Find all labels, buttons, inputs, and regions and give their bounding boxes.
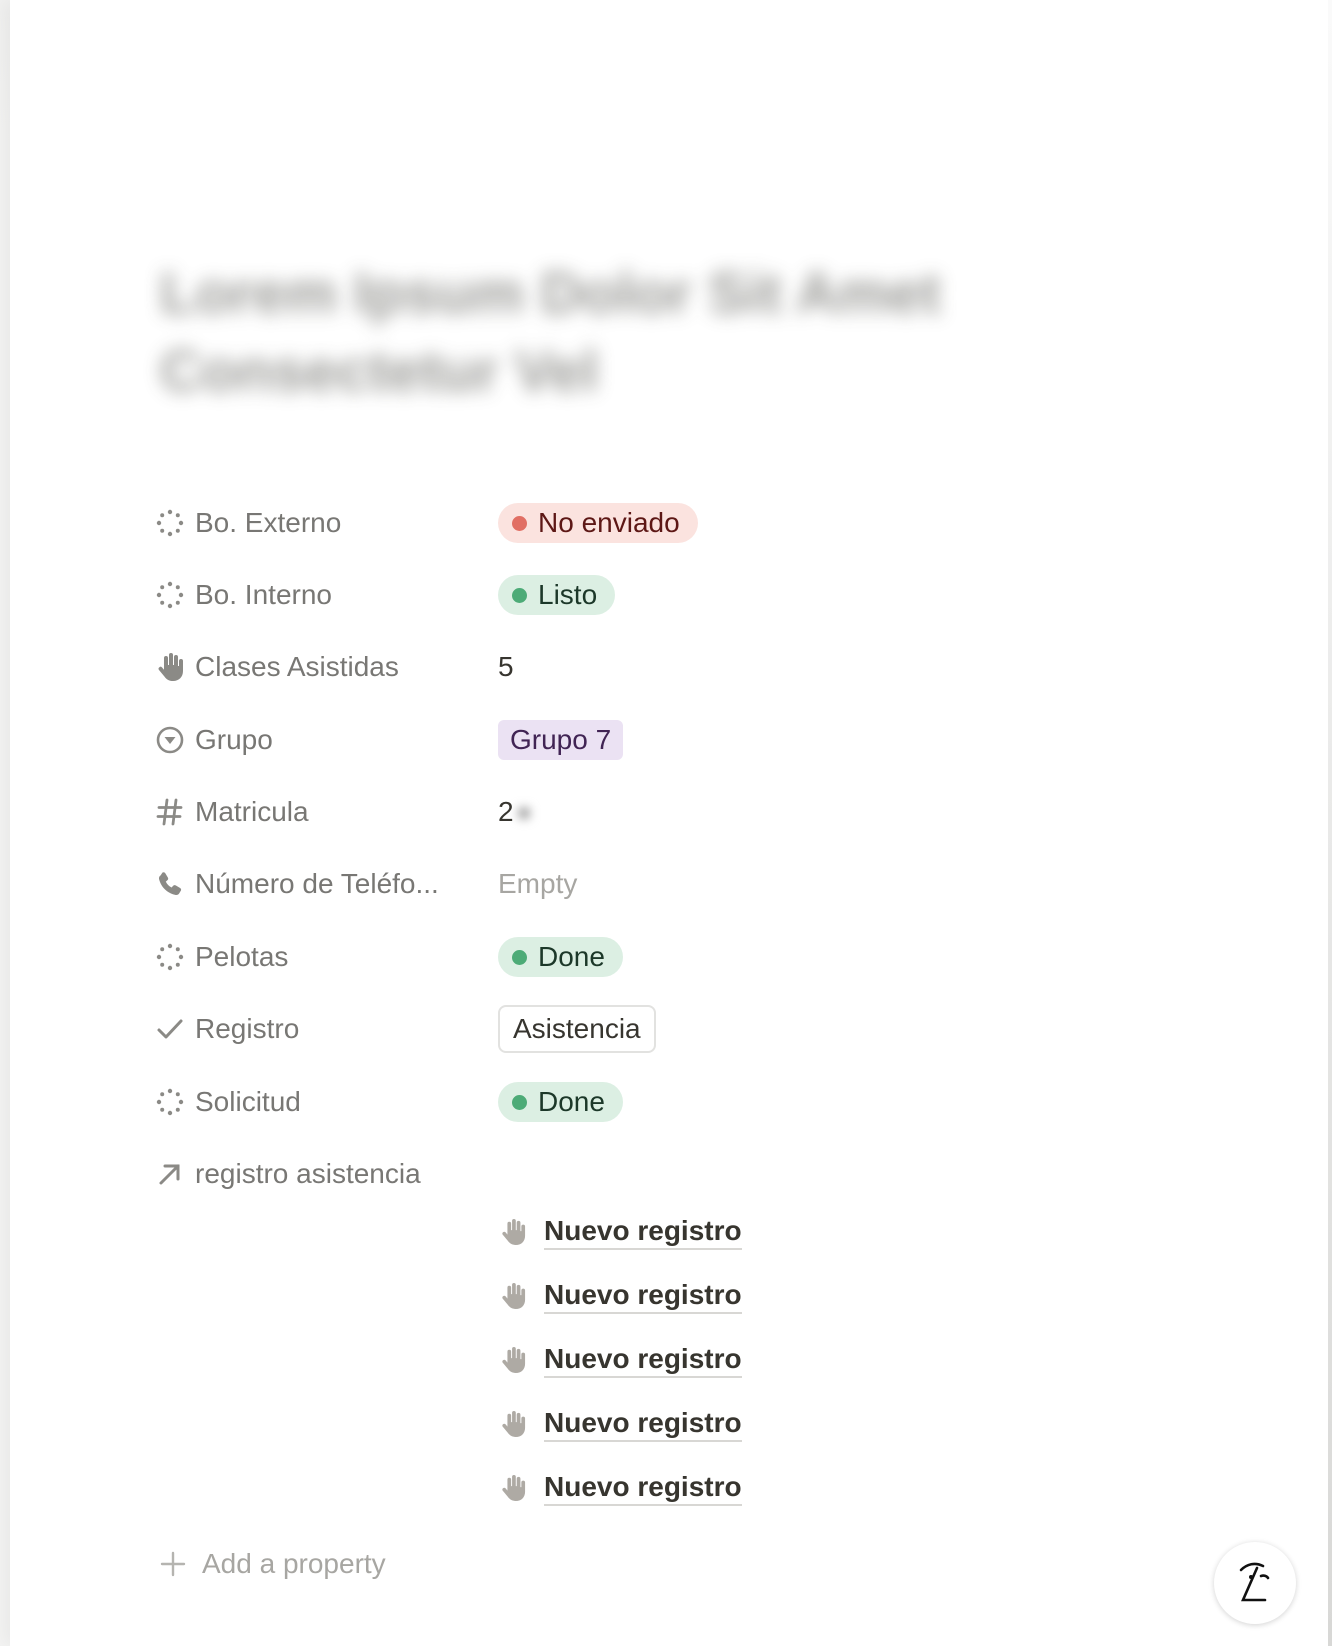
status-icon <box>155 942 185 972</box>
relation-item[interactable]: Nuevo registro <box>498 1402 742 1446</box>
property-label[interactable]: Bo. Externo <box>155 501 341 545</box>
hand-icon <box>498 1473 528 1503</box>
status-text: Done <box>538 941 605 972</box>
number-value: 2 <box>498 796 514 827</box>
relation-link[interactable]: Nuevo registro <box>544 1278 742 1314</box>
relation-item[interactable]: Nuevo registro <box>498 1274 742 1318</box>
hand-icon <box>155 652 185 682</box>
hand-icon <box>498 1217 528 1247</box>
number-value: 5 <box>498 651 514 682</box>
relation-arrow-icon <box>155 1159 185 1189</box>
status-pill[interactable]: Listo <box>498 575 616 615</box>
status-dot <box>512 515 527 531</box>
property-value[interactable]: Grupo 7 <box>498 718 624 762</box>
property-label[interactable]: Grupo <box>155 718 273 762</box>
status-dot <box>512 1094 527 1110</box>
property-value[interactable]: Done <box>498 1080 623 1124</box>
hand-icon <box>498 1281 528 1311</box>
property-label[interactable]: Clases Asistidas <box>155 645 399 689</box>
property-value[interactable]: 5 <box>498 645 514 689</box>
property-label[interactable]: Número de Teléfo... <box>155 862 439 906</box>
status-text: No enviado <box>538 507 680 538</box>
property-label[interactable]: Matricula <box>155 790 309 834</box>
property-row-telefono[interactable]: Número de Teléfo... Empty <box>155 862 1055 922</box>
property-label-text: Registro <box>195 1013 300 1044</box>
property-label-text: Grupo <box>195 724 273 755</box>
property-row-bo-externo[interactable]: Bo. Externo No enviado <box>155 501 1055 561</box>
property-label[interactable]: Bo. Interno <box>155 573 332 617</box>
status-icon <box>155 1087 185 1117</box>
property-label[interactable]: Registro <box>155 1007 299 1051</box>
property-value[interactable]: No enviado <box>498 501 698 545</box>
property-label[interactable]: Pelotas <box>155 935 288 979</box>
help-button[interactable] <box>1214 1542 1296 1624</box>
relation-item[interactable]: Nuevo registro <box>498 1338 742 1382</box>
property-value[interactable]: Listo <box>498 573 616 617</box>
plus-icon <box>158 1549 188 1579</box>
property-row-clases-asistidas[interactable]: Clases Asistidas 5 <box>155 645 1055 705</box>
relation-link[interactable]: Nuevo registro <box>544 1406 742 1442</box>
relation-item[interactable]: Nuevo registro <box>498 1210 742 1254</box>
property-row-registro[interactable]: Registro Asistencia <box>155 1005 1055 1067</box>
property-value[interactable]: 2 ● <box>498 790 533 834</box>
select-icon <box>155 725 185 755</box>
property-label-text: Solicitud <box>195 1086 301 1117</box>
hand-icon <box>498 1345 528 1375</box>
property-row-matricula[interactable]: Matricula 2 ● <box>155 790 1055 850</box>
right-edge <box>1328 0 1332 1646</box>
status-pill[interactable]: Done <box>498 1082 623 1122</box>
hash-icon <box>155 797 185 827</box>
property-label-text: Número de Teléfo... <box>195 868 439 899</box>
page-title[interactable]: Lorem Ipsum Dolor Sit Amet Consectetur V… <box>160 255 1040 411</box>
property-label-text: Bo. Interno <box>195 579 332 610</box>
property-label-text: registro asistencia <box>195 1158 421 1189</box>
select-tag[interactable]: Grupo 7 <box>498 720 624 760</box>
redacted-digits: ● <box>515 796 533 827</box>
property-value[interactable]: Empty <box>498 862 577 906</box>
asistencia-button[interactable]: Asistencia <box>498 1005 656 1053</box>
relation-item[interactable]: Nuevo registro <box>498 1466 742 1510</box>
empty-value: Empty <box>498 868 578 899</box>
property-value: Asistencia <box>498 1005 656 1053</box>
property-label[interactable]: Solicitud <box>155 1080 301 1124</box>
status-pill[interactable]: No enviado <box>498 503 698 543</box>
relation-link[interactable]: Nuevo registro <box>544 1214 742 1250</box>
add-property-button[interactable]: Add a property <box>158 1542 386 1586</box>
help-face-icon <box>1233 1556 1277 1611</box>
property-row-solicitud[interactable]: Solicitud Done <box>155 1080 1055 1140</box>
check-icon <box>155 1014 185 1044</box>
status-text: Done <box>538 1086 605 1117</box>
property-label[interactable]: registro asistencia <box>155 1152 421 1196</box>
property-label-text: Pelotas <box>195 941 289 972</box>
property-row-registro-asistencia[interactable]: registro asistencia <box>155 1152 1055 1212</box>
property-label-text: Matricula <box>195 796 309 827</box>
phone-icon <box>155 869 185 899</box>
status-pill[interactable]: Done <box>498 937 623 977</box>
status-dot <box>512 949 527 965</box>
status-icon <box>155 508 185 538</box>
hand-icon <box>498 1409 528 1439</box>
property-label-text: Bo. Externo <box>195 507 342 538</box>
status-text: Listo <box>538 579 598 610</box>
property-label-text: Clases Asistidas <box>195 651 399 682</box>
status-icon <box>155 580 185 610</box>
property-row-pelotas[interactable]: Pelotas Done <box>155 935 1055 995</box>
relation-link[interactable]: Nuevo registro <box>544 1342 742 1378</box>
add-property-label: Add a property <box>202 1548 386 1579</box>
status-dot <box>512 587 527 603</box>
property-row-bo-interno[interactable]: Bo. Interno Listo <box>155 573 1055 633</box>
relation-link[interactable]: Nuevo registro <box>544 1470 742 1506</box>
property-row-grupo[interactable]: Grupo Grupo 7 <box>155 718 1055 778</box>
property-value[interactable]: Done <box>498 935 623 979</box>
